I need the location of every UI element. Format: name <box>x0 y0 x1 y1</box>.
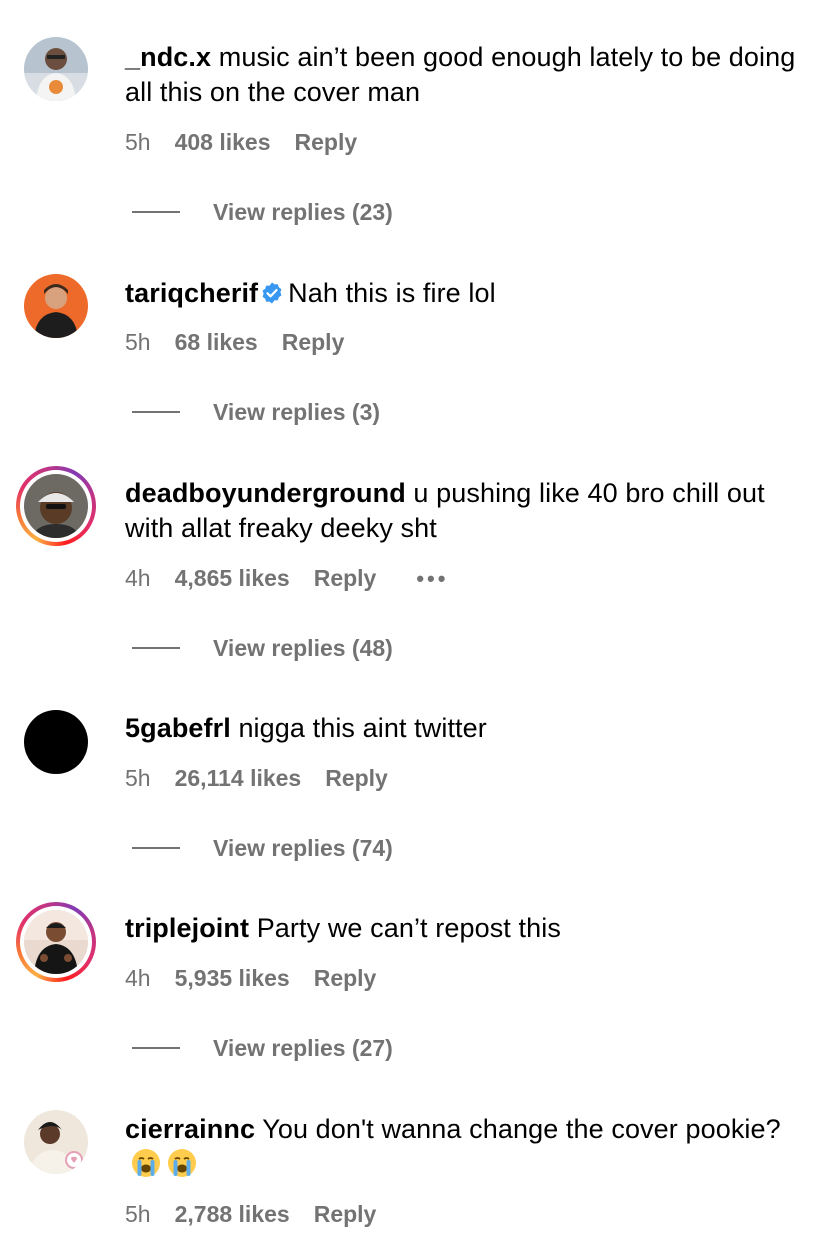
username[interactable]: cierrainnc <box>125 1114 255 1144</box>
divider-line <box>132 646 180 649</box>
avatar-tariqcherif[interactable] <box>24 274 88 338</box>
reply-button[interactable]: Reply <box>314 565 377 591</box>
view-replies-button[interactable]: View replies (3) <box>132 399 380 426</box>
divider-line <box>132 410 180 413</box>
likes-count[interactable]: 68 likes <box>175 329 258 355</box>
likes-count[interactable]: 408 likes <box>175 129 271 155</box>
avatar-deadboyunderground <box>24 474 88 538</box>
view-replies-button[interactable]: View replies (23) <box>132 199 393 226</box>
comment-body: Nah this is fire lol <box>288 278 496 308</box>
likes-count[interactable]: 2,788 likes <box>175 1201 290 1227</box>
timestamp[interactable]: 4h <box>125 565 151 591</box>
comment-meta: 5h 26,114 likes Reply <box>125 765 412 792</box>
reply-button[interactable]: Reply <box>325 765 388 791</box>
timestamp[interactable]: 5h <box>125 329 151 355</box>
story-ring[interactable] <box>16 466 96 546</box>
avatar-cierrainnc[interactable] <box>24 1110 88 1174</box>
loudly-crying-face-icon <box>132 1149 160 1177</box>
verified-badge-icon <box>262 282 282 304</box>
more-options-icon[interactable]: ••• <box>416 566 448 591</box>
reply-button[interactable]: Reply <box>314 1201 377 1227</box>
avatar-image <box>24 37 88 101</box>
avatar-triplejoint <box>24 910 88 974</box>
view-replies-label: View replies (3) <box>213 399 381 425</box>
view-replies-button[interactable]: View replies (48) <box>132 635 393 662</box>
reply-button[interactable]: Reply <box>314 965 377 991</box>
comment-meta: 5h 408 likes Reply <box>125 129 381 156</box>
avatar-image <box>24 1110 88 1174</box>
username[interactable]: triplejoint <box>125 913 249 943</box>
likes-count[interactable]: 5,935 likes <box>175 965 290 991</box>
comment-text: cierrainnc You don't wanna change the co… <box>125 1112 815 1182</box>
view-replies-label: View replies (27) <box>213 1035 393 1061</box>
view-replies-button[interactable]: View replies (27) <box>132 1035 393 1062</box>
view-replies-label: View replies (23) <box>213 199 393 225</box>
reply-button[interactable]: Reply <box>282 329 345 355</box>
comment-body: Party we can’t repost this <box>249 913 561 943</box>
loudly-crying-face-icon <box>168 1149 196 1177</box>
avatar-image <box>24 274 88 338</box>
avatar-5gabefrl[interactable] <box>24 710 88 774</box>
comment-body: nigga this aint twitter <box>230 713 487 743</box>
view-replies-button[interactable]: View replies (74) <box>132 835 393 862</box>
comment-text: tariqcherif Nah this is fire lol <box>125 276 815 311</box>
timestamp[interactable]: 5h <box>125 129 151 155</box>
divider-line <box>132 846 180 849</box>
reply-button[interactable]: Reply <box>295 129 358 155</box>
timestamp[interactable]: 5h <box>125 765 151 791</box>
comment-body: music ain’t been good enough lately to b… <box>125 42 796 107</box>
story-ring[interactable] <box>16 902 96 982</box>
comment-meta: 4h 5,935 likes Reply <box>125 965 400 992</box>
comment-meta: 4h 4,865 likes Reply ••• <box>125 565 472 592</box>
comment-meta: 5h 2,788 likes Reply <box>125 1201 400 1228</box>
comment-text: triplejoint Party we can’t repost this <box>125 911 815 946</box>
comment-text: 5gabefrl nigga this aint twitter <box>125 711 815 746</box>
divider-line <box>132 210 180 213</box>
likes-count[interactable]: 4,865 likes <box>175 565 290 591</box>
comment-text: deadboyunderground u pushing like 40 bro… <box>125 476 815 546</box>
view-replies-label: View replies (48) <box>213 635 393 661</box>
username[interactable]: tariqcherif <box>125 278 258 308</box>
username[interactable]: 5gabefrl <box>125 713 231 743</box>
avatar-image <box>24 710 88 774</box>
username[interactable]: _ndc.x <box>125 42 211 72</box>
divider-line <box>132 1046 180 1049</box>
timestamp[interactable]: 4h <box>125 965 151 991</box>
likes-count[interactable]: 26,114 likes <box>175 765 302 791</box>
comment-text: _ndc.x music ain’t been good enough late… <box>125 40 815 110</box>
timestamp[interactable]: 5h <box>125 1201 151 1227</box>
comment-body: You don't wanna change the cover pookie? <box>255 1114 781 1144</box>
username[interactable]: deadboyunderground <box>125 478 406 508</box>
comment-meta: 5h 68 likes Reply <box>125 329 368 356</box>
avatar-ndc-x[interactable] <box>24 37 88 101</box>
view-replies-label: View replies (74) <box>213 835 393 861</box>
